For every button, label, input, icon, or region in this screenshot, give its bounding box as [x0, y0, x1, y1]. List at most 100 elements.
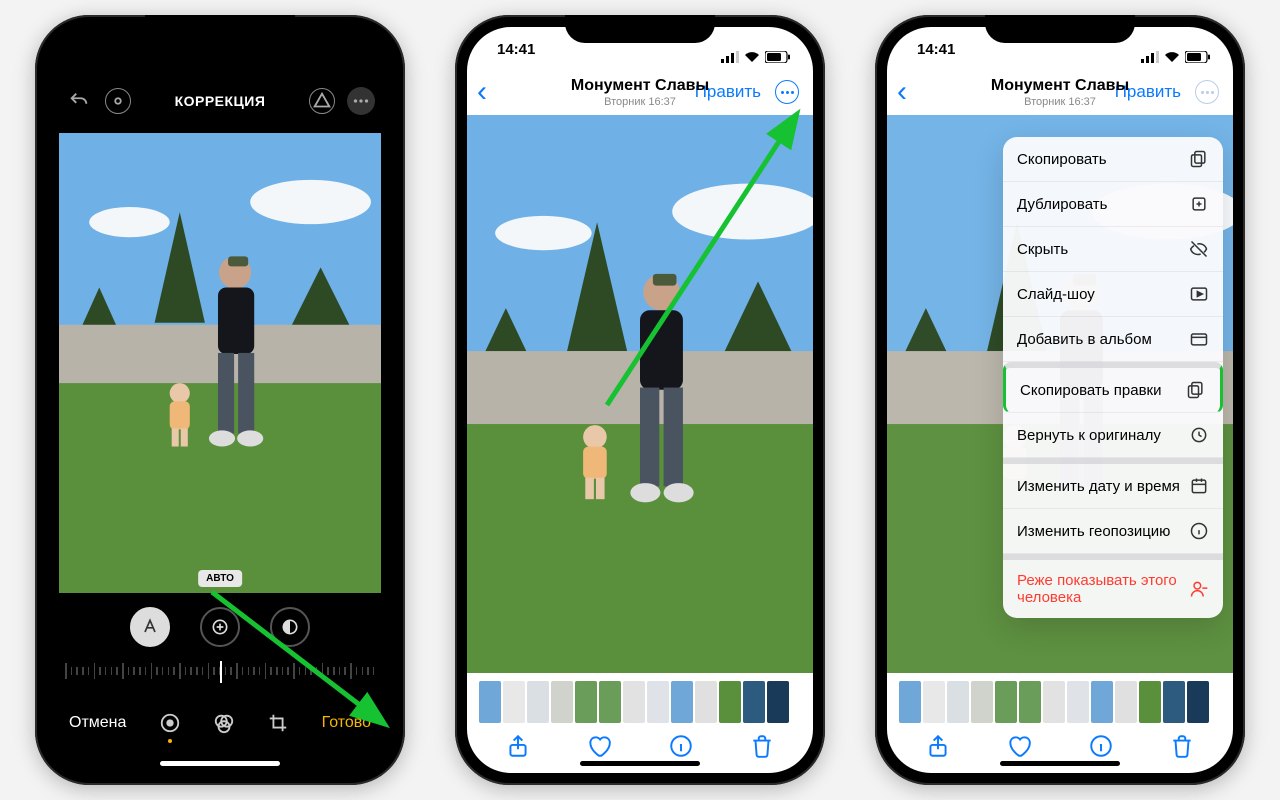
- more-button[interactable]: [1195, 80, 1219, 104]
- edited-photo: [59, 133, 381, 593]
- thumbnail[interactable]: [1067, 681, 1089, 723]
- thumbnail[interactable]: [1187, 681, 1209, 723]
- wifi-icon: [1164, 51, 1180, 63]
- bottom-toolbar: [467, 727, 813, 773]
- thumbnail-strip[interactable]: [479, 681, 801, 723]
- wifi-icon: [744, 51, 760, 63]
- favorite-icon[interactable]: [586, 733, 612, 759]
- calendar-icon: [1189, 476, 1209, 496]
- photos-menu-screen: 14:41 ‹ Монумент Славы Вторник 16:37 Пра…: [887, 27, 1233, 773]
- thumbnail[interactable]: [647, 681, 669, 723]
- more-button[interactable]: [775, 80, 799, 104]
- dial-auto[interactable]: [130, 607, 170, 647]
- thumbnail[interactable]: [971, 681, 993, 723]
- cellular-icon: [1141, 51, 1159, 63]
- thumbnail[interactable]: [503, 681, 525, 723]
- menu-item-label: Добавить в альбом: [1017, 331, 1152, 348]
- menu-item-copy[interactable]: Скопировать: [1003, 137, 1223, 182]
- home-indicator[interactable]: [1000, 761, 1120, 766]
- copy-edits-icon: [1186, 380, 1206, 400]
- menu-item-person-minus[interactable]: Реже показывать этого человека: [1003, 554, 1223, 618]
- done-button[interactable]: Готово: [322, 714, 371, 732]
- thumbnail[interactable]: [923, 681, 945, 723]
- favorite-icon[interactable]: [1006, 733, 1032, 759]
- trash-icon[interactable]: [1169, 733, 1195, 759]
- location-icon: [1189, 521, 1209, 541]
- mode-crop-icon[interactable]: [266, 711, 290, 735]
- share-icon[interactable]: [925, 733, 951, 759]
- back-button[interactable]: ‹: [477, 77, 487, 107]
- cancel-button[interactable]: Отмена: [69, 714, 126, 732]
- menu-item-label: Скрыть: [1017, 241, 1068, 258]
- album-icon: [1189, 329, 1209, 349]
- thumbnail[interactable]: [995, 681, 1017, 723]
- thumbnail[interactable]: [1043, 681, 1065, 723]
- thumbnail[interactable]: [1115, 681, 1137, 723]
- thumbnail[interactable]: [527, 681, 549, 723]
- play-icon: [1189, 284, 1209, 304]
- copy-icon: [1189, 149, 1209, 169]
- markup-icon[interactable]: [309, 88, 335, 114]
- edit-bottom-bar: Отмена Готово: [47, 689, 393, 735]
- live-photo-icon[interactable]: [105, 88, 131, 114]
- person-minus-icon: [1189, 579, 1209, 599]
- thumbnail[interactable]: [719, 681, 741, 723]
- photo-viewer[interactable]: [467, 115, 813, 673]
- thumbnail[interactable]: [695, 681, 717, 723]
- menu-item-copy-edits[interactable]: Скопировать правки: [1003, 362, 1223, 413]
- home-indicator[interactable]: [160, 761, 280, 766]
- menu-item-label: Слайд-шоу: [1017, 286, 1095, 303]
- thumbnail[interactable]: [767, 681, 789, 723]
- share-icon[interactable]: [505, 733, 531, 759]
- trash-icon[interactable]: [749, 733, 775, 759]
- thumbnail-strip[interactable]: [899, 681, 1221, 723]
- thumbnail[interactable]: [479, 681, 501, 723]
- menu-item-play[interactable]: Слайд-шоу: [1003, 272, 1223, 317]
- menu-item-album[interactable]: Добавить в альбом: [1003, 317, 1223, 362]
- edit-mode-title: КОРРЕКЦИЯ: [175, 93, 266, 109]
- undo-icon[interactable]: [65, 87, 93, 115]
- thumbnail[interactable]: [671, 681, 693, 723]
- battery-icon: [765, 51, 791, 63]
- main-photo: [467, 115, 813, 673]
- menu-item-calendar[interactable]: Изменить дату и время: [1003, 458, 1223, 509]
- mode-adjust-icon[interactable]: [158, 711, 182, 735]
- info-icon[interactable]: [1088, 733, 1114, 759]
- photo-canvas[interactable]: АВТО: [59, 133, 381, 593]
- menu-item-duplicate[interactable]: Дублировать: [1003, 182, 1223, 227]
- date-subtitle: Вторник 16:37: [571, 96, 709, 108]
- thumbnail[interactable]: [551, 681, 573, 723]
- thumbnail[interactable]: [899, 681, 921, 723]
- thumbnail[interactable]: [575, 681, 597, 723]
- revert-icon: [1189, 425, 1209, 445]
- thumbnail[interactable]: [623, 681, 645, 723]
- info-icon[interactable]: [668, 733, 694, 759]
- location-title: Монумент Славы: [571, 77, 709, 95]
- thumbnail[interactable]: [1139, 681, 1161, 723]
- menu-item-label: Реже показывать этого человека: [1017, 572, 1189, 606]
- menu-item-hide[interactable]: Скрыть: [1003, 227, 1223, 272]
- thumbnail[interactable]: [743, 681, 765, 723]
- dial-exposure[interactable]: [200, 607, 240, 647]
- home-indicator[interactable]: [580, 761, 700, 766]
- more-icon[interactable]: [347, 87, 375, 115]
- location-title: Монумент Славы: [991, 77, 1129, 95]
- thumbnail[interactable]: [1091, 681, 1113, 723]
- back-button[interactable]: ‹: [897, 77, 907, 107]
- mode-filters-icon[interactable]: [212, 711, 236, 735]
- menu-item-label: Изменить дату и время: [1017, 478, 1180, 495]
- menu-item-revert[interactable]: Вернуть к оригиналу: [1003, 413, 1223, 458]
- thumbnail[interactable]: [599, 681, 621, 723]
- adjustment-slider[interactable]: [65, 663, 375, 689]
- thumbnail[interactable]: [1163, 681, 1185, 723]
- cellular-icon: [721, 51, 739, 63]
- thumbnail[interactable]: [947, 681, 969, 723]
- dial-brilliance[interactable]: [270, 607, 310, 647]
- duplicate-icon: [1189, 194, 1209, 214]
- menu-item-label: Дублировать: [1017, 196, 1107, 213]
- thumbnail[interactable]: [1019, 681, 1041, 723]
- menu-item-label: Скопировать правки: [1020, 382, 1161, 399]
- menu-item-location[interactable]: Изменить геопозицию: [1003, 509, 1223, 554]
- date-subtitle: Вторник 16:37: [991, 96, 1129, 108]
- menu-item-label: Скопировать: [1017, 151, 1107, 168]
